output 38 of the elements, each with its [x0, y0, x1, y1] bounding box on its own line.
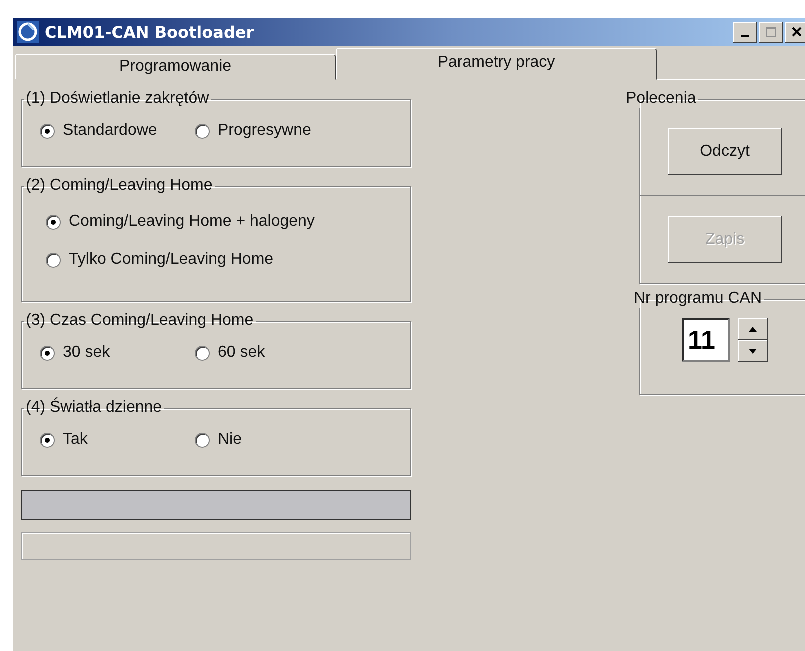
- radio-button[interactable]: [40, 346, 55, 360]
- radio-option[interactable]: 30 sek: [40, 344, 195, 362]
- radio-option[interactable]: Tak: [40, 431, 195, 449]
- radio-option[interactable]: Nie: [195, 431, 350, 449]
- minimize-icon: [741, 35, 749, 37]
- number-field[interactable]: 11: [682, 318, 730, 362]
- radio-button[interactable]: [195, 432, 210, 448]
- app-icon: [17, 21, 39, 43]
- group-title: Nr programu CAN: [633, 290, 764, 308]
- radio-option[interactable]: 60 sek: [195, 344, 350, 362]
- command-button[interactable]: Odczyt: [668, 128, 782, 175]
- spin-down-button[interactable]: [738, 340, 768, 362]
- down-arrow-icon: [749, 348, 757, 354]
- maximize-button[interactable]: [759, 22, 783, 42]
- radio-option[interactable]: Tylko Coming/Leaving Home: [46, 251, 398, 269]
- group-title: Polecenia: [625, 90, 698, 108]
- group-title: (4) Światła dzienne: [25, 399, 164, 417]
- radio-option[interactable]: Coming/Leaving Home + halogeny: [46, 213, 398, 231]
- group-title: (1) Doświetlanie zakrętów: [25, 90, 210, 108]
- radio-button[interactable]: [46, 252, 61, 268]
- tab[interactable]: Parametry pracy: [336, 48, 657, 80]
- maximize-icon: [765, 26, 777, 38]
- radio-button[interactable]: [40, 124, 55, 138]
- radio-button[interactable]: [195, 124, 210, 138]
- group-title: (2) Coming/Leaving Home: [25, 177, 214, 195]
- radio-option[interactable]: Standardowe: [40, 122, 195, 140]
- minimize-button[interactable]: [733, 22, 757, 42]
- window-title: CLM01-CAN Bootloader: [45, 22, 256, 42]
- up-arrow-icon: [749, 326, 757, 332]
- radio-button[interactable]: [195, 346, 210, 360]
- radio-button[interactable]: [40, 432, 55, 448]
- group-title: (3) Czas Coming/Leaving Home: [25, 312, 255, 330]
- radio-button[interactable]: [46, 214, 61, 230]
- tab[interactable]: Programowanie: [15, 54, 336, 80]
- spin-up-button[interactable]: [738, 318, 768, 340]
- close-button[interactable]: [785, 22, 805, 42]
- radio-option[interactable]: Progresywne: [195, 122, 350, 140]
- close-icon: [791, 26, 803, 38]
